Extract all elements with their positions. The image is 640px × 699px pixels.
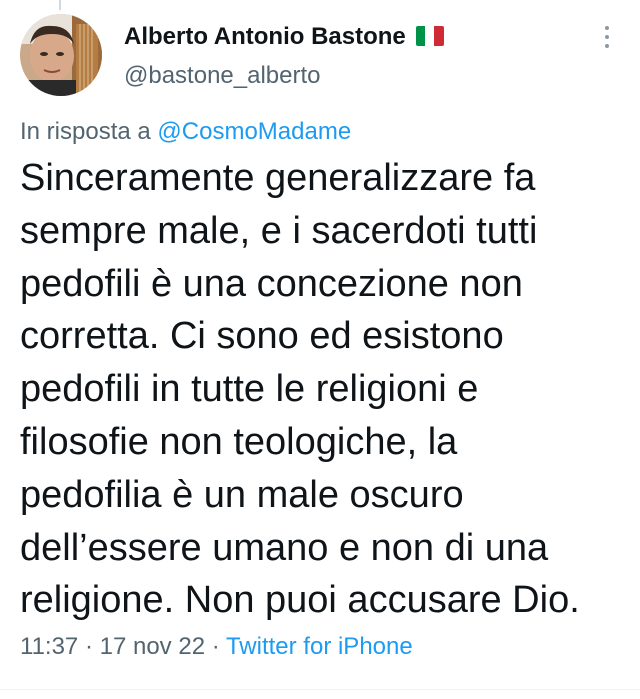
divider [0, 689, 640, 690]
reply-mention-link[interactable]: @CosmoMadame [157, 118, 351, 145]
meta-separator: · [84, 633, 93, 660]
author-name-text: Alberto Antonio Bastone [124, 23, 406, 50]
vertical-ellipsis-icon[interactable] [600, 26, 614, 56]
tweet-line: dell’essere umano e non di una [20, 526, 549, 569]
tweet-line: sempre male, e i sacerdoti tutti [20, 209, 538, 252]
tweet-line: filosofie non teologiche, la [20, 420, 458, 463]
tweet-line: religione. Non puoi accusare Dio. [20, 579, 580, 622]
tweet-detail: Alberto Antonio Bastone @bastone_alberto… [0, 0, 640, 699]
meta-separator: · [211, 633, 220, 660]
tweet-line: Sinceramente generalizzare fa [20, 157, 536, 199]
author-display-name[interactable]: Alberto Antonio Bastone [124, 22, 444, 52]
thread-connector-line [59, 0, 61, 10]
tweet-line: pedofili in tutte le religioni e [20, 368, 479, 411]
italy-flag-icon [415, 25, 444, 46]
reply-context: In risposta a @CosmoMadame [20, 117, 351, 147]
author-handle[interactable]: @bastone_alberto [124, 61, 321, 91]
tweet-line: corretta. Ci sono ed esistono [20, 315, 504, 358]
tweet-metadata: 11:37 · 17 nov 22 · Twitter for iPhone [20, 630, 413, 664]
tweet-text: Sinceramente generalizzare fa sempre mal… [20, 152, 632, 627]
tweet-line: pedofilia è un male oscuro [20, 473, 464, 516]
reply-prefix: In risposta a [20, 118, 151, 145]
tweet-date[interactable]: 17 nov 22 [100, 633, 205, 660]
tweet-time[interactable]: 11:37 [20, 633, 78, 660]
avatar[interactable] [20, 14, 102, 96]
tweet-source-link[interactable]: Twitter for iPhone [226, 633, 413, 660]
tweet-line: pedofili è una concezione non [20, 262, 523, 305]
